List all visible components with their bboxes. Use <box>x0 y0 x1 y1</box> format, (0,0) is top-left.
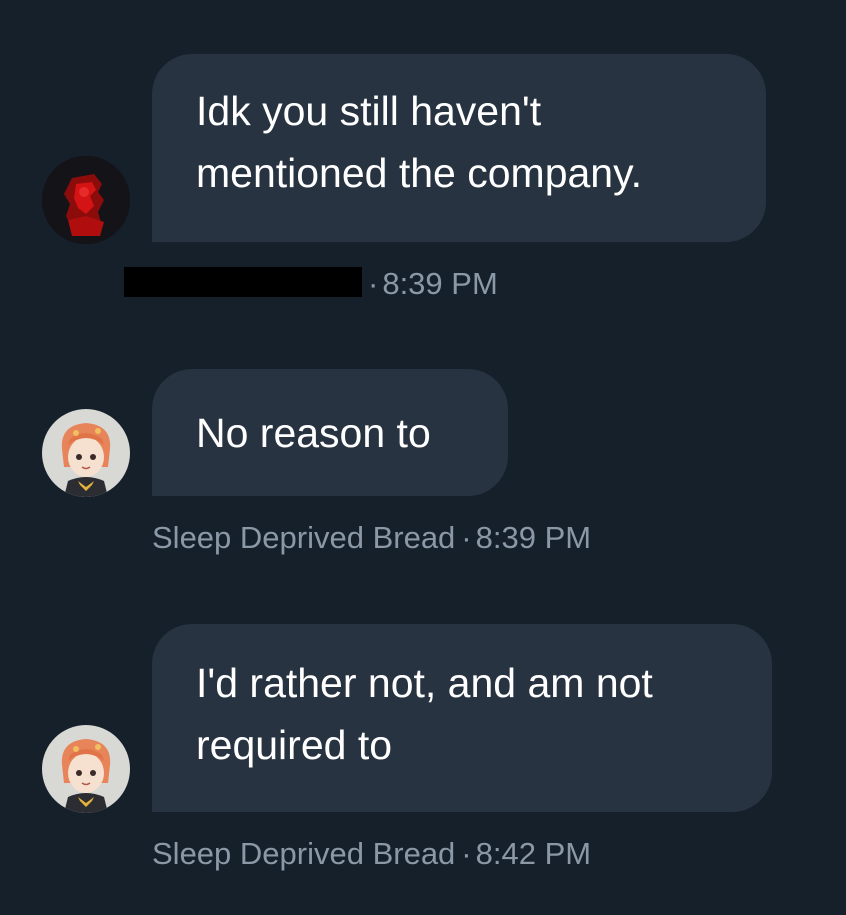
red-dark-avatar-icon <box>42 156 130 244</box>
message-time: 8:39 PM <box>382 266 498 301</box>
message-meta: Sleep Deprived Bread · 8:39 PM <box>152 520 591 556</box>
sender-avatar-icon[interactable] <box>42 725 130 813</box>
sender-avatar-icon[interactable] <box>42 409 130 497</box>
message-bubble[interactable]: No reason to <box>152 369 508 496</box>
message-time: 8:39 PM <box>475 520 592 555</box>
message-bubble[interactable]: I'd rather not, and am not required to <box>152 624 772 812</box>
message-meta: · 8:39 PM <box>124 266 498 302</box>
message-time: 8:42 PM <box>475 836 592 871</box>
redacted-sender-name <box>124 267 362 297</box>
orange-hair-character-avatar-icon <box>42 409 130 497</box>
sender-avatar-icon[interactable] <box>42 156 130 244</box>
orange-hair-character-avatar-icon <box>42 725 130 813</box>
message-bubble[interactable]: Idk you still haven't mentioned the comp… <box>152 54 766 242</box>
message-text: I'd rather not, and am not required to <box>196 660 653 768</box>
meta-separator: · <box>461 836 472 871</box>
message-text: No reason to <box>196 410 431 456</box>
sender-name[interactable]: Sleep Deprived Bread <box>152 520 455 555</box>
message-meta: Sleep Deprived Bread · 8:42 PM <box>152 836 591 872</box>
meta-separator: · <box>461 520 472 555</box>
message-text: Idk you still haven't mentioned the comp… <box>196 88 642 196</box>
sender-name[interactable]: Sleep Deprived Bread <box>152 836 455 871</box>
meta-separator: · <box>368 266 379 301</box>
